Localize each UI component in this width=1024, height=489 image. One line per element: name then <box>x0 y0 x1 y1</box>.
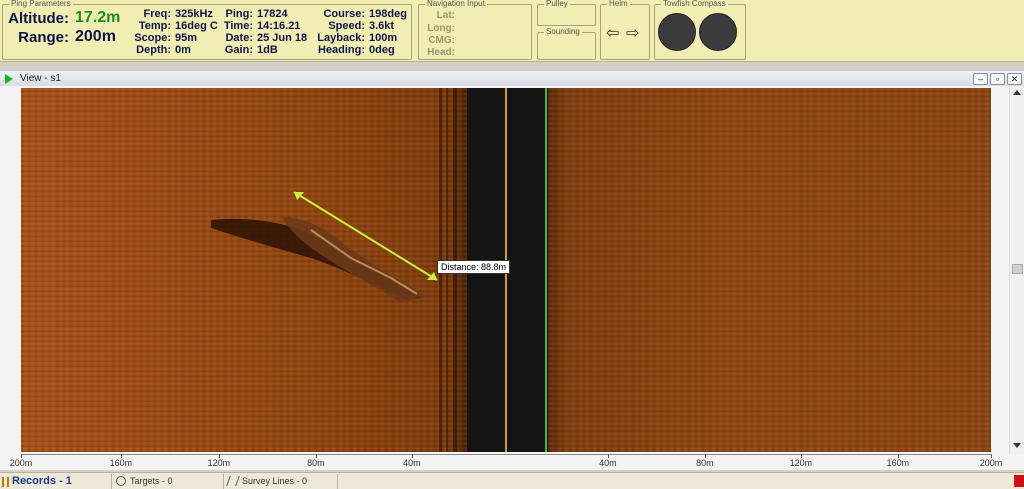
sounding-group: Sounding <box>537 27 596 60</box>
targets-text: Targets - 0 <box>130 476 173 486</box>
time-label: Time: <box>223 20 253 32</box>
course-label: Course: <box>323 8 365 20</box>
layback-value: 100m <box>369 32 398 44</box>
axis-line <box>21 454 991 455</box>
sonar-view-pane: Distance: 88.8m <box>0 86 1024 454</box>
vertical-scrollbar[interactable] <box>1009 86 1024 454</box>
status-bar: Records - 1 Targets - 0 Survey Lines - 0 <box>0 472 1024 489</box>
sounding-title: Sounding <box>544 27 582 36</box>
scroll-up-arrow-icon[interactable] <box>1013 90 1021 95</box>
gain-value: 1dB <box>257 44 278 56</box>
helm-group: Helm ⇦ ⇨ <box>600 0 650 60</box>
minimize-button[interactable]: – <box>973 73 988 85</box>
pulley-group: Pulley <box>537 0 596 26</box>
nav-head-label: Head: <box>427 47 455 58</box>
play-icon[interactable] <box>5 74 13 84</box>
date-label: Date: <box>225 32 253 44</box>
top-instrument-panel: Ping Parameters Altitude: 17.2m Range: 2… <box>0 0 1024 62</box>
helm-right-arrow-icon[interactable]: ⇨ <box>626 23 639 43</box>
freq-value: 325kHz <box>175 8 213 20</box>
layback-label: Layback: <box>317 32 365 44</box>
heading-value: 0deg <box>369 44 395 56</box>
targets-status[interactable]: Targets - 0 <box>112 474 224 489</box>
measure-end-arrow-icon <box>427 272 437 280</box>
ping-label: Ping: <box>225 8 254 20</box>
measure-start-arrow-icon <box>294 192 304 200</box>
axis-tick-label: 120m <box>789 458 813 468</box>
records-text: Records - 1 <box>12 475 72 487</box>
axis-tick-label: 80m <box>696 458 714 468</box>
axis-tick-label: 40m <box>599 458 617 468</box>
pulley-title: Pulley <box>544 0 570 8</box>
restore-button[interactable]: ▫ <box>990 73 1005 85</box>
scope-value: 95m <box>175 32 198 44</box>
axis-tick-label: 200m <box>979 458 1003 468</box>
target-icon <box>116 476 126 486</box>
range-axis: 200m 160m 120m 80m 40m 40m 80m 120m 160m 200m <box>0 454 1024 470</box>
view-title: View - s1 <box>20 73 61 84</box>
records-status[interactable]: Records - 1 <box>0 474 112 489</box>
speed-value: 3.6kt <box>369 20 395 32</box>
altitude-label: Altitude: <box>8 10 69 27</box>
axis-tick-label: 200m <box>9 458 33 468</box>
nav-long-label: Long: <box>427 23 455 34</box>
axis-tick-label: 120m <box>207 458 231 468</box>
distance-label: Distance: 88.8m <box>437 260 511 274</box>
towfish-compass-group: Towfish Compass <box>654 0 746 60</box>
depth-value: 0m <box>175 44 191 56</box>
axis-tick-label: 160m <box>886 458 910 468</box>
sidescan-waterfall[interactable]: Distance: 88.8m <box>21 88 991 452</box>
altitude-value: 17.2m <box>75 9 121 26</box>
course-value: 198deg <box>369 8 407 20</box>
records-icon <box>2 477 9 487</box>
axis-tick-label: 160m <box>109 458 133 468</box>
navigation-input-group: Navigation Input Lat: Long: CMG: Head: <box>418 0 532 60</box>
survey-lines-status[interactable]: Survey Lines - 0 <box>224 474 338 489</box>
time-value: 14:16.21 <box>257 20 301 32</box>
helm-title: Helm <box>607 0 630 8</box>
helm-left-arrow-icon[interactable]: ⇦ <box>606 23 619 43</box>
temp-label: Temp: <box>138 20 171 32</box>
scroll-down-arrow-icon[interactable] <box>1013 443 1021 448</box>
pitch-dial <box>658 13 696 51</box>
freq-label: Freq: <box>143 8 172 20</box>
speed-label: Speed: <box>328 20 365 32</box>
axis-tick-label: 80m <box>307 458 325 468</box>
gain-label: Gain: <box>224 44 253 56</box>
nav-cmg-label: CMG: <box>428 35 455 46</box>
range-label: Range: <box>18 29 69 46</box>
survey-lines-text: Survey Lines - 0 <box>242 476 308 486</box>
axis-tick-label: 40m <box>403 458 421 468</box>
depth-label: Depth: <box>136 44 171 56</box>
date-value: 25 Jun 18 <box>257 32 308 44</box>
ping-value: 17824 <box>257 8 288 20</box>
ping-parameters-title: Ping Parameters <box>9 0 73 8</box>
heading-label: Heading: <box>317 44 365 56</box>
warning-icon[interactable] <box>1014 475 1024 487</box>
towfish-compass-title: Towfish Compass <box>661 0 728 8</box>
survey-lines-icon <box>226 476 240 486</box>
scroll-thumb[interactable] <box>1012 264 1023 274</box>
temp-value: 16deg C <box>175 20 218 32</box>
roll-dial <box>699 13 737 51</box>
ping-parameters-group: Ping Parameters Altitude: 17.2m Range: 2… <box>2 0 412 60</box>
nav-lat-label: Lat: <box>436 10 455 21</box>
view-window-titlebar[interactable]: View - s1 – ▫ ✕ <box>0 70 1024 86</box>
close-button[interactable]: ✕ <box>1007 73 1022 85</box>
scope-label: Scope: <box>134 32 171 44</box>
range-value: 200m <box>75 28 116 45</box>
navigation-input-title: Navigation Input <box>425 0 487 8</box>
